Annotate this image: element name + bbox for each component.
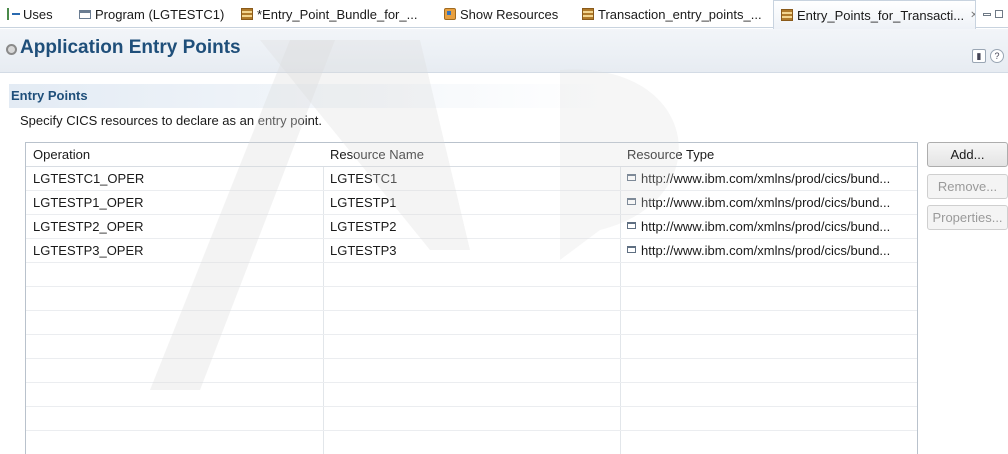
resource-name-cell: LGTESTP2 xyxy=(330,219,397,234)
program-icon xyxy=(79,10,91,19)
resource-name-cell: LGTESTP3 xyxy=(330,243,397,258)
page-title: Application Entry Points xyxy=(20,37,241,58)
operation-cell: LGTESTP3_OPER xyxy=(33,243,144,258)
resource-type-cell: http://www.ibm.com/xmlns/prod/cics/bund.… xyxy=(620,167,890,191)
editor-tab-strip: Uses Program (LGTESTC1) *Entry_Point_Bun… xyxy=(0,0,1008,29)
window-controls xyxy=(983,0,1003,28)
empty-row xyxy=(26,407,917,431)
operation-cell: LGTESTP2_OPER xyxy=(33,219,144,234)
column-header-operation[interactable]: Operation xyxy=(26,143,323,167)
tab-label: Entry_Points_for_Transacti... xyxy=(797,7,965,23)
tab-transaction-entry-points[interactable]: Transaction_entry_points_... xyxy=(575,0,770,28)
empty-row xyxy=(26,383,917,407)
bundle-icon xyxy=(582,8,594,20)
section-description: Specify CICS resources to declare as an … xyxy=(20,113,323,128)
form-header: Application Entry Points ▮ ? xyxy=(0,29,1008,73)
resource-type-text: http://www.ibm.com/xmlns/prod/cics/bund.… xyxy=(641,243,891,258)
entry-points-table[interactable]: Operation Resource Name Resource Type LG… xyxy=(25,142,918,454)
bundle-icon xyxy=(241,8,253,20)
help-icon[interactable]: ? xyxy=(990,49,1004,63)
tab-show-resources[interactable]: Show Resources xyxy=(437,0,575,28)
tab-program[interactable]: Program (LGTESTC1) xyxy=(72,0,228,28)
maximize-icon[interactable] xyxy=(995,10,1003,18)
tab-label: Program (LGTESTC1) xyxy=(95,6,225,22)
uses-icon xyxy=(7,8,20,20)
resource-type-text: http://www.ibm.com/xmlns/prod/cics/bund.… xyxy=(641,219,891,234)
operation-cell: LGTESTC1_OPER xyxy=(33,171,145,186)
tab-label: Show Resources xyxy=(460,6,559,22)
gear-icon xyxy=(6,44,17,55)
resource-type-cell: http://www.ibm.com/xmlns/prod/cics/bund.… xyxy=(620,239,890,263)
bundle-icon xyxy=(781,9,793,21)
table-row[interactable]: LGTESTP3_OPER LGTESTP3 http://www.ibm.co… xyxy=(26,239,917,263)
remove-button[interactable]: Remove... xyxy=(927,174,1008,199)
tab-label: *Entry_Point_Bundle_for_... xyxy=(257,6,418,22)
resource-name-cell: LGTESTP1 xyxy=(330,195,397,210)
empty-row xyxy=(26,359,917,383)
column-header-resource-name[interactable]: Resource Name xyxy=(323,143,620,167)
empty-row xyxy=(26,335,917,359)
resource-type-icon xyxy=(627,198,636,205)
section-title: Entry Points xyxy=(11,88,88,103)
tab-label: Transaction_entry_points_... xyxy=(598,6,762,22)
resource-type-icon xyxy=(627,246,636,253)
add-button[interactable]: Add... xyxy=(927,142,1008,167)
column-header-resource-type[interactable]: Resource Type xyxy=(620,143,917,167)
empty-row xyxy=(26,311,917,335)
properties-button[interactable]: Properties... xyxy=(927,205,1008,230)
resource-type-text: http://www.ibm.com/xmlns/prod/cics/bund.… xyxy=(641,171,891,186)
tab-entry-point-bundle[interactable]: *Entry_Point_Bundle_for_... xyxy=(234,0,424,28)
empty-row xyxy=(26,263,917,287)
table-header: Operation Resource Name Resource Type xyxy=(26,143,917,167)
resource-name-cell: LGTESTC1 xyxy=(330,171,398,186)
empty-row xyxy=(26,287,917,311)
resource-type-icon xyxy=(627,174,636,181)
minimize-icon[interactable] xyxy=(983,12,991,16)
section-header-bar xyxy=(9,84,1008,108)
resource-type-cell: http://www.ibm.com/xmlns/prod/cics/bund.… xyxy=(620,191,890,215)
close-icon[interactable]: ✕ xyxy=(970,10,975,21)
table-row[interactable]: LGTESTC1_OPER LGTESTC1 http://www.ibm.co… xyxy=(26,167,917,191)
tab-entry-points-for-transaction[interactable]: Entry_Points_for_Transacti... ✕ xyxy=(773,0,976,29)
empty-row xyxy=(26,431,917,454)
resource-type-cell: http://www.ibm.com/xmlns/prod/cics/bund.… xyxy=(620,215,890,239)
resource-type-text: http://www.ibm.com/xmlns/prod/cics/bund.… xyxy=(641,195,891,210)
resources-icon xyxy=(444,8,456,20)
table-row[interactable]: LGTESTP2_OPER LGTESTP2 http://www.ibm.co… xyxy=(26,215,917,239)
tab-uses[interactable]: Uses xyxy=(0,0,68,28)
table-row[interactable]: LGTESTP1_OPER LGTESTP1 http://www.ibm.co… xyxy=(26,191,917,215)
layout-icon[interactable]: ▮ xyxy=(972,49,986,63)
resource-type-icon xyxy=(627,222,636,229)
operation-cell: LGTESTP1_OPER xyxy=(33,195,144,210)
tab-label: Uses xyxy=(23,6,53,22)
